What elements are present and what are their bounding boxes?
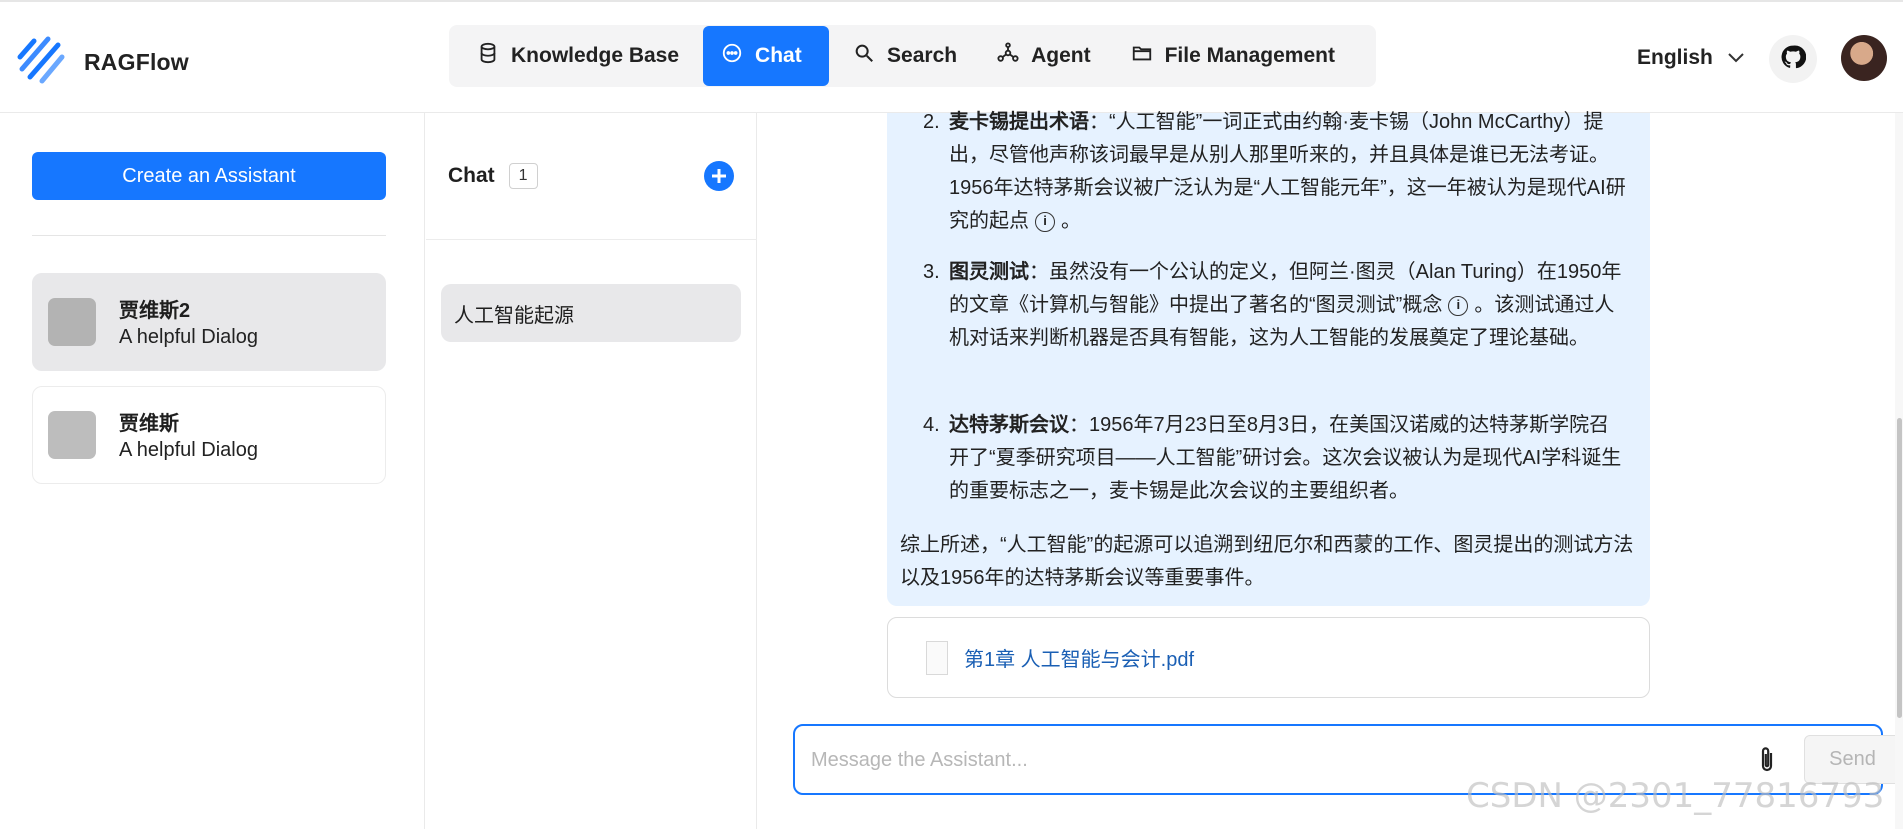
assistant-panel: Create an Assistant 贾维斯2 A helpful Dialo… <box>0 113 425 829</box>
message-input[interactable] <box>811 740 1691 780</box>
nav-agent-label: Agent <box>1031 44 1091 67</box>
citation-info-icon[interactable]: i <box>1448 295 1469 316</box>
assistant-description: A helpful Dialog <box>119 439 258 461</box>
conversation-header: Chat 1 <box>448 163 538 189</box>
language-select[interactable]: English <box>1637 46 1745 70</box>
nav-file-management[interactable]: File Management <box>1111 30 1355 82</box>
list-item-title: 达特茅斯会议 <box>949 414 1069 436</box>
assistant-card[interactable]: 贾维斯 A helpful Dialog <box>32 386 386 484</box>
github-icon <box>1780 44 1807 75</box>
assistant-description: A helpful Dialog <box>119 326 258 348</box>
list-number: 3. <box>923 261 940 283</box>
nav-chat[interactable]: Chat <box>703 26 830 86</box>
document-thumbnail-icon <box>926 640 948 675</box>
nav-knowledge-base-label: Knowledge Base <box>511 44 680 67</box>
folder-icon <box>1131 42 1153 70</box>
list-number: 2. <box>923 111 940 133</box>
github-button[interactable] <box>1769 35 1817 83</box>
nav-search[interactable]: Search <box>833 30 977 82</box>
chevron-down-icon <box>1727 46 1745 70</box>
main-nav: Knowledge Base Chat Search Agent File Ma… <box>449 25 1376 87</box>
list-number: 4. <box>923 414 940 436</box>
nav-chat-label: Chat <box>755 44 802 67</box>
nav-search-label: Search <box>887 44 958 67</box>
search-icon <box>853 42 875 70</box>
assistant-card[interactable]: 贾维斯2 A helpful Dialog <box>32 273 386 371</box>
nav-knowledge-base[interactable]: Knowledge Base <box>457 30 699 82</box>
assistant-avatar <box>48 298 96 346</box>
conversation-count-badge: 1 <box>508 163 538 189</box>
conversation-item[interactable]: 人工智能起源 <box>441 284 741 342</box>
conversation-title: Chat <box>448 164 495 187</box>
divider <box>32 235 386 236</box>
create-assistant-button[interactable]: Create an Assistant <box>32 152 386 200</box>
citation-info-icon[interactable]: i <box>1035 211 1055 232</box>
user-avatar[interactable] <box>1841 35 1887 81</box>
assistant-avatar <box>48 411 96 459</box>
message-summary: 综上所述，“人工智能”的起源可以追溯到纽厄尔和西蒙的工作、图灵提出的测试方法以及… <box>900 534 1634 589</box>
agent-graph-icon <box>997 42 1019 70</box>
ragflow-logo-icon <box>16 35 68 90</box>
assistant-name: 贾维斯2 <box>119 300 191 322</box>
language-label: English <box>1637 46 1713 69</box>
divider <box>426 239 757 240</box>
add-conversation-icon[interactable] <box>703 160 735 192</box>
conversation-panel: Chat 1 人工智能起源 <box>426 113 757 829</box>
list-item-tail: 。 <box>1061 210 1081 232</box>
nav-file-management-label: File Management <box>1164 44 1335 67</box>
reference-document-card: 第1章 人工智能与会计.pdf <box>887 617 1650 698</box>
list-item: 3. 图灵测试：虽然没有一个公认的定义，但阿兰·图灵（Alan Turing）在… <box>923 256 1629 355</box>
app-name: RAGFlow <box>84 49 189 75</box>
assistant-message: 2. 麦卡锡提出术语：“人工智能”一词正式由约翰·麦卡锡（John McCart… <box>887 111 1650 606</box>
reference-document-link[interactable]: 第1章 人工智能与会计.pdf <box>964 643 1194 672</box>
database-icon <box>477 42 499 70</box>
watermark: CSDN @2301_77816793 <box>1466 776 1885 816</box>
nav-agent[interactable]: Agent <box>977 30 1111 82</box>
list-item-title: 麦卡锡提出术语 <box>949 111 1089 133</box>
logo[interactable]: RAGFlow <box>16 35 189 90</box>
chat-area: 2. 麦卡锡提出术语：“人工智能”一词正式由约翰·麦卡锡（John McCart… <box>758 111 1903 829</box>
chat-scrollbar-thumb[interactable] <box>1897 418 1902 718</box>
list-item: 4. 达特茅斯会议：1956年7月23日至8月3日，在美国汉诺威的达特茅斯学院召… <box>923 409 1629 508</box>
top-header: RAGFlow Knowledge Base Chat Search Agent… <box>0 0 1903 113</box>
assistant-name: 贾维斯 <box>119 413 179 435</box>
chat-bubble-icon <box>721 42 743 70</box>
list-item-title: 图灵测试 <box>949 261 1029 283</box>
paperclip-icon[interactable] <box>1755 745 1779 775</box>
list-item: 2. 麦卡锡提出术语：“人工智能”一词正式由约翰·麦卡锡（John McCart… <box>923 106 1629 238</box>
app-root: RAGFlow Knowledge Base Chat Search Agent… <box>0 0 1903 829</box>
